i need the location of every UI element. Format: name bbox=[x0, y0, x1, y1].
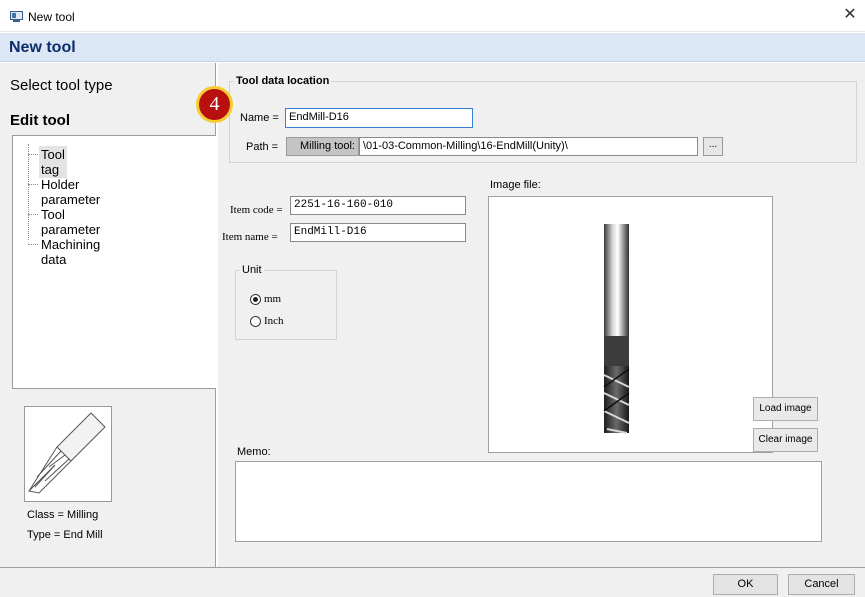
window-title: New tool bbox=[28, 10, 75, 24]
item-name-input[interactable]: EndMill-D16 bbox=[290, 223, 466, 242]
app-icon bbox=[10, 11, 23, 22]
tree-item-label: Machining data bbox=[41, 237, 101, 267]
left-nav-panel: Select tool type Edit tool Tool tag Hold… bbox=[0, 63, 216, 567]
radio-unselected-icon[interactable] bbox=[250, 316, 261, 327]
tool-path-input[interactable]: \01-03-Common-Milling\16-EndMill(Unity)\ bbox=[359, 137, 698, 156]
nav-edit-tool-label: Edit tool bbox=[10, 112, 70, 129]
close-icon[interactable]: ✕ bbox=[841, 6, 859, 24]
radio-label: Inch bbox=[264, 315, 284, 327]
edit-tool-tree: Tool tag Holder parameter Tool parameter… bbox=[12, 135, 216, 389]
nav-select-tool-type[interactable]: Select tool type bbox=[10, 77, 113, 94]
ok-button[interactable]: OK bbox=[713, 574, 778, 595]
clear-image-button[interactable]: Clear image bbox=[753, 428, 818, 452]
image-file-label: Image file: bbox=[490, 179, 541, 191]
group-title: Unit bbox=[240, 264, 264, 276]
tool-type-label: Type = End Mill bbox=[27, 529, 103, 541]
tool-data-location-group: Tool data location Name = EndMill-D16 Pa… bbox=[229, 75, 857, 163]
cancel-button[interactable]: Cancel bbox=[788, 574, 855, 595]
tree-item-label: Holder parameter bbox=[41, 177, 101, 207]
radio-label: mm bbox=[264, 293, 282, 305]
end-mill-thumbnail-icon bbox=[27, 412, 106, 494]
tool-name-input[interactable]: EndMill-D16 bbox=[285, 108, 473, 128]
edit-tool-content: Tool data location Name = EndMill-D16 Pa… bbox=[218, 63, 865, 567]
item-name-label: Item name = bbox=[222, 231, 278, 243]
unit-group: Unit mm Inch bbox=[235, 264, 337, 340]
step-badge: 4 bbox=[196, 86, 233, 123]
radio-selected-icon[interactable] bbox=[250, 294, 261, 305]
item-code-label: Item code = bbox=[230, 204, 283, 216]
group-title: Tool data location bbox=[234, 75, 332, 87]
tree-item-label: Tool parameter bbox=[41, 207, 101, 237]
tree-item-label: Tool tag bbox=[39, 146, 67, 178]
name-label: Name = bbox=[240, 112, 279, 124]
dialog-heading: New tool bbox=[9, 39, 76, 56]
memo-label: Memo: bbox=[237, 446, 271, 458]
milling-tool-path-button[interactable]: Milling tool: bbox=[286, 137, 359, 156]
tool-class-label: Class = Milling bbox=[27, 509, 99, 521]
nav-edit-tool[interactable]: Edit tool bbox=[0, 103, 215, 133]
end-mill-photo bbox=[603, 224, 630, 434]
browse-path-button[interactable]: ... bbox=[703, 137, 723, 156]
item-code-input[interactable]: 2251-16-160-010 bbox=[290, 196, 466, 215]
dialog-header: New tool bbox=[0, 33, 865, 62]
window-titlebar: New tool ✕ bbox=[0, 0, 865, 32]
dialog-button-bar: OK Cancel bbox=[0, 567, 865, 597]
path-label: Path = bbox=[246, 141, 279, 153]
load-image-button[interactable]: Load image bbox=[753, 397, 818, 421]
tool-image-preview bbox=[488, 196, 773, 453]
memo-textarea[interactable] bbox=[235, 461, 822, 542]
tool-thumbnail bbox=[24, 406, 112, 502]
